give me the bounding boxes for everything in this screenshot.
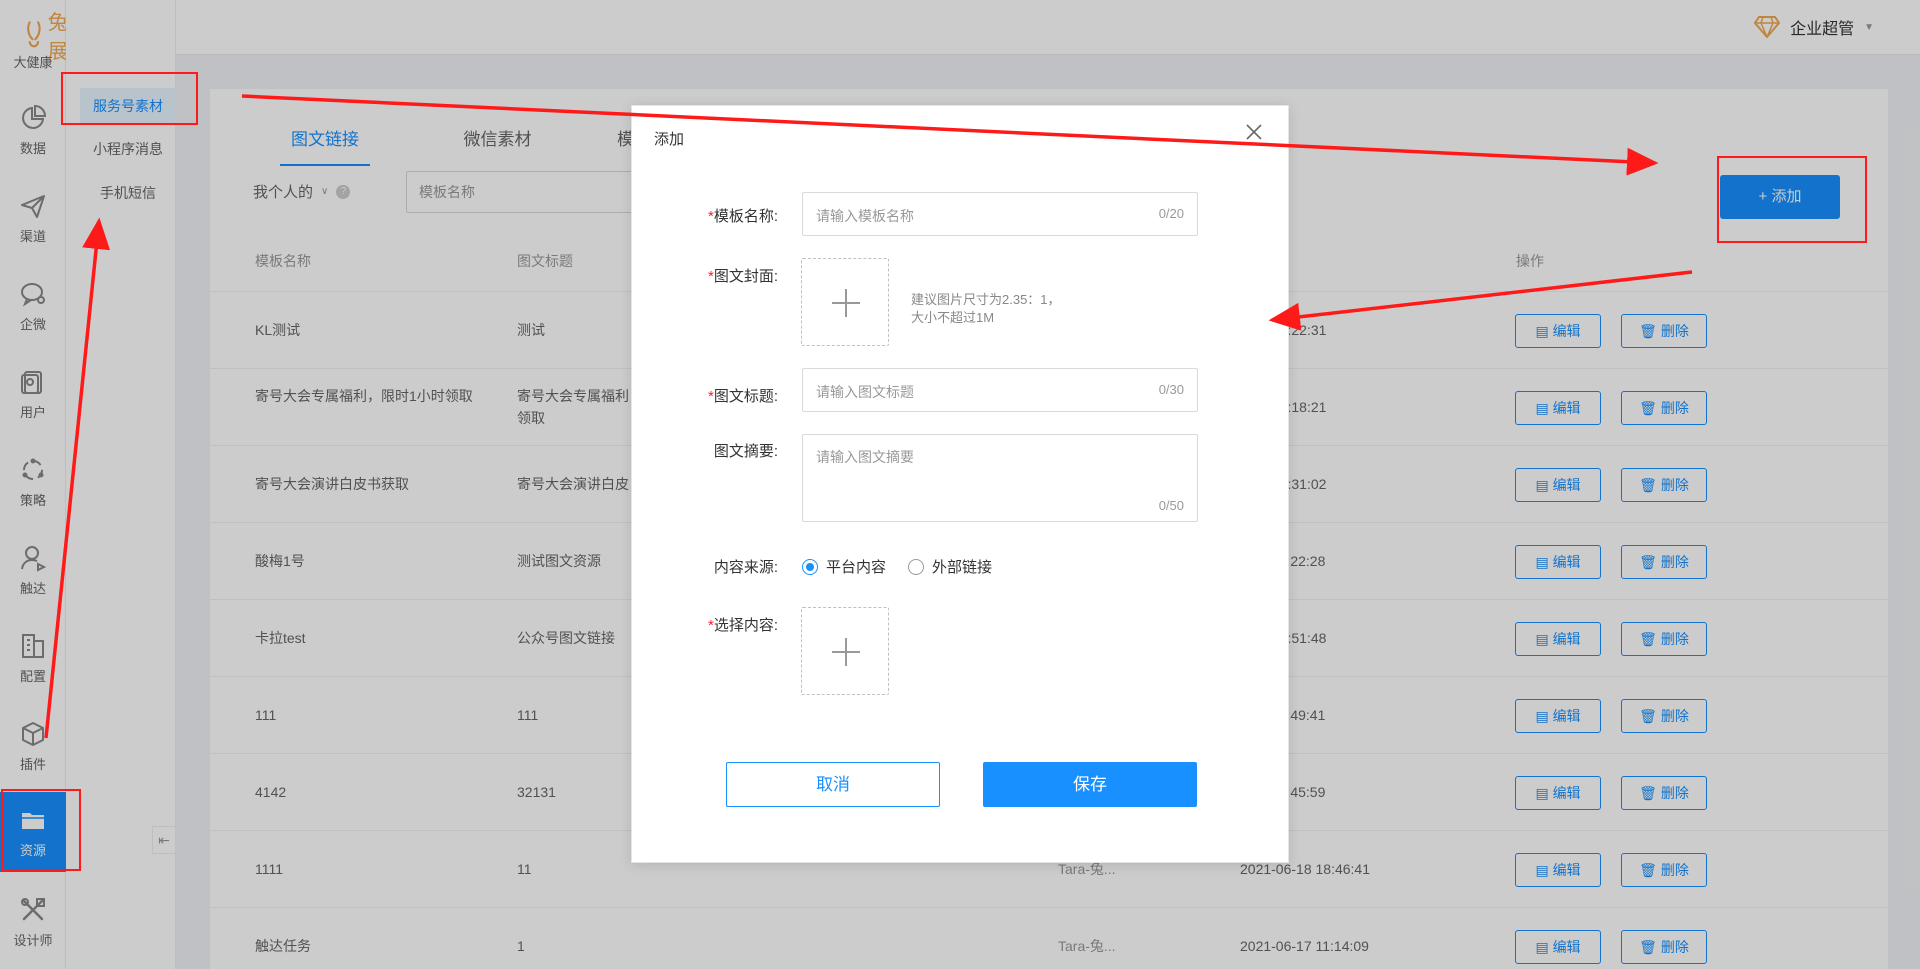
annotation-arrow <box>241 94 1659 176</box>
app-root: 企业超管 ▼ 兔展 大健康 数据 渠道 企微 用户 策略 触达 配置 插件 资源… <box>0 0 1920 969</box>
annotation-arrows <box>44 94 1693 739</box>
annotation-arrow <box>44 217 111 739</box>
annotation-arrow <box>1268 270 1693 331</box>
